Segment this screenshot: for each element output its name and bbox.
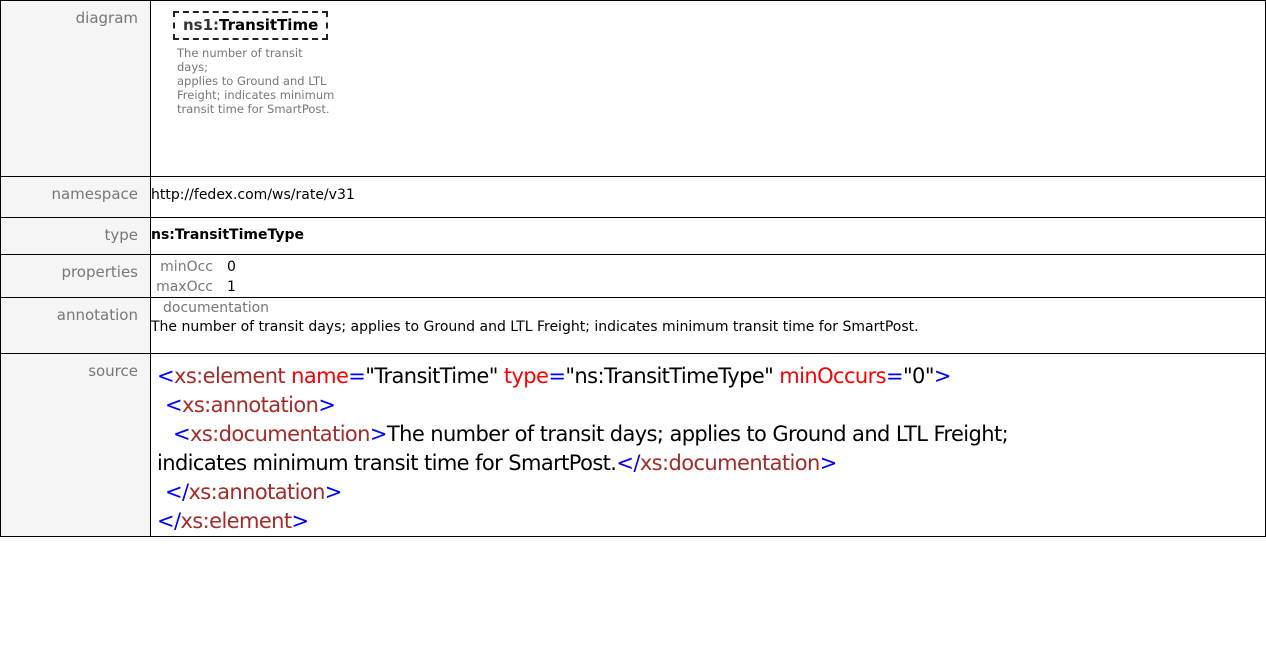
type-cell: ns:TransitTimeType	[150, 217, 1266, 255]
properties-row: properties minOcc 0 maxOcc 1	[0, 254, 1266, 298]
properties-cell: minOcc 0 maxOcc 1	[150, 254, 1266, 298]
type-row: type ns:TransitTimeType	[0, 217, 1266, 255]
source-line: </xs:annotation>	[165, 480, 342, 504]
source-line: <xs:element name="TransitTime" type="ns:…	[157, 364, 951, 388]
property-max-occurs: maxOcc 1	[151, 277, 1265, 297]
annotation-heading: documentation	[163, 300, 270, 316]
diagram-label: diagram	[0, 0, 151, 177]
properties-list: minOcc 0 maxOcc 1	[151, 255, 1265, 297]
element-prefix: ns1:	[183, 16, 220, 34]
diagram-documentation: The number of transit days; applies to G…	[173, 46, 337, 116]
source-code: <xs:element name="TransitTime" type="ns:…	[151, 354, 1265, 536]
source-line: <xs:documentation>The number of transit …	[173, 422, 1009, 446]
source-line: <xs:annotation>	[165, 393, 336, 417]
annotation-text: The number of transit days; applies to G…	[151, 319, 919, 335]
property-value: 0	[227, 259, 236, 275]
namespace-value: http://fedex.com/ws/rate/v31	[151, 187, 355, 203]
element-name: TransitTime	[219, 16, 319, 34]
namespace-label: namespace	[0, 176, 151, 218]
source-cell: <xs:element name="TransitTime" type="ns:…	[150, 353, 1266, 537]
diagram-cell: ns1:TransitTime The number of transit da…	[150, 0, 1266, 177]
source-line: </xs:element>	[157, 509, 309, 533]
annotation-cell: documentation The number of transit days…	[150, 297, 1266, 354]
annotation-row: annotation documentation The number of t…	[0, 297, 1266, 354]
source-label: source	[0, 353, 151, 537]
element-documentation-table: diagram ns1:TransitTime The number of tr…	[0, 0, 1266, 537]
property-key: maxOcc	[156, 279, 213, 295]
source-line: indicates minimum transit time for Smart…	[157, 451, 837, 475]
diagram-doc-line: Freight; indicates minimum	[177, 88, 335, 102]
type-value[interactable]: ns:TransitTimeType	[151, 218, 1265, 243]
annotation-content: documentation The number of transit days…	[151, 298, 1265, 337]
diagram-doc-line: The number of transit days;	[177, 46, 303, 74]
property-key: minOcc	[160, 259, 213, 275]
diagram-doc-line: transit time for SmartPost.	[177, 102, 330, 116]
annotation-label: annotation	[0, 297, 151, 354]
property-min-occurs: minOcc 0	[151, 257, 1265, 277]
namespace-row: namespace http://fedex.com/ws/rate/v31	[0, 176, 1266, 218]
type-label: type	[0, 217, 151, 255]
diagram-doc-line: applies to Ground and LTL	[177, 74, 327, 88]
element-diagram: ns1:TransitTime The number of transit da…	[151, 1, 1265, 116]
namespace-cell: http://fedex.com/ws/rate/v31	[150, 176, 1266, 218]
property-value: 1	[227, 279, 236, 295]
diagram-row: diagram ns1:TransitTime The number of tr…	[0, 0, 1266, 177]
source-row: source <xs:element name="TransitTime" ty…	[0, 353, 1266, 537]
element-box[interactable]: ns1:TransitTime	[173, 11, 329, 40]
properties-label: properties	[0, 254, 151, 298]
